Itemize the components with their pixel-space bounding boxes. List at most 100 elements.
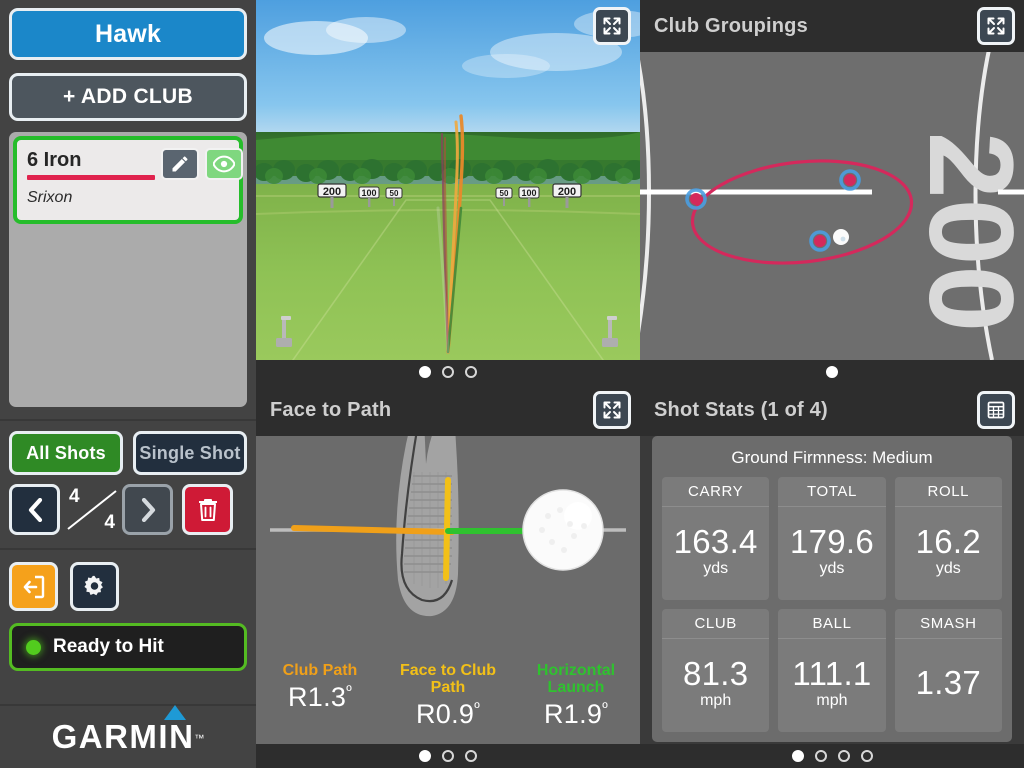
range-page-dots[interactable]: [256, 360, 640, 384]
club-groupings-page-dots[interactable]: [640, 360, 1024, 384]
page-dot[interactable]: [442, 750, 454, 762]
page-dot[interactable]: [419, 750, 431, 762]
club-name-wrap: 6 Iron: [27, 148, 155, 180]
stat-value: 16.2: [915, 523, 982, 560]
page-dot[interactable]: [442, 366, 454, 378]
page-dot[interactable]: [837, 750, 850, 762]
ready-status-button[interactable]: Ready to Hit: [9, 623, 247, 671]
metric-value: R1.3º: [258, 682, 382, 713]
groupings-distance-label: 200: [904, 132, 1024, 332]
club-groupings-expand-button[interactable]: [977, 7, 1015, 45]
stat-smash[interactable]: SMASH 1.37: [894, 609, 1002, 732]
club-groupings-canvas[interactable]: 200: [640, 0, 1024, 384]
svg-text:100: 100: [521, 188, 536, 198]
expand-icon: [603, 17, 621, 35]
stat-value-wrap: 1.37: [895, 639, 1002, 732]
club-groupings-title: Club Groupings: [654, 14, 808, 37]
panel-club-groupings[interactable]: 200 Club Groupings: [640, 0, 1024, 384]
delete-shot-button[interactable]: [182, 484, 233, 535]
stat-value: 1.37: [915, 664, 982, 701]
face-to-path-expand-button[interactable]: [593, 391, 631, 429]
stat-unit: yds: [819, 560, 845, 577]
exit-door-icon: [23, 575, 44, 598]
add-club-label: + ADD CLUB: [63, 85, 193, 108]
stat-unit: mph: [816, 692, 848, 709]
stat-unit: yds: [703, 560, 729, 577]
stat-club[interactable]: CLUB 81.3 mph: [662, 609, 770, 732]
shot-stats-body: Ground Firmness: Medium CARRY 163.4 yds …: [640, 384, 1024, 768]
panel-shot-stats[interactable]: Ground Firmness: Medium CARRY 163.4 yds …: [640, 384, 1024, 768]
settings-button[interactable]: [70, 562, 119, 611]
range-view-canvas[interactable]: 200 100 50 50 100 200: [256, 0, 640, 384]
panel-face-to-path[interactable]: Club Path R1.3º Face to Club Path R0.9º …: [256, 384, 640, 768]
stat-total[interactable]: TOTAL 179.6 yds: [778, 477, 886, 600]
table-grid-icon: [987, 401, 1005, 419]
page-dot[interactable]: [814, 750, 827, 762]
next-shot-button[interactable]: [122, 484, 173, 535]
metric-value: R0.9º: [386, 699, 510, 730]
stat-ball[interactable]: BALL 111.1 mph: [778, 609, 886, 732]
page-dot[interactable]: [419, 366, 431, 378]
face-to-path-header: Face to Path: [256, 384, 640, 436]
pencil-icon: [172, 156, 188, 172]
shot-stats-card: Ground Firmness: Medium CARRY 163.4 yds …: [652, 436, 1012, 742]
metric-unit: º: [474, 700, 480, 717]
edit-club-button[interactable]: [161, 148, 199, 180]
ball-brand: Srixon: [27, 189, 73, 206]
shot-mode-toggle: All Shots Single Shot: [0, 421, 256, 475]
svg-text:200: 200: [323, 186, 341, 198]
metric-value: R1.9º: [514, 699, 638, 730]
toggle-club-visibility-button[interactable]: [205, 148, 243, 180]
golf-simulator-app: Hawk + ADD CLUB 6 Iron Srixon All Shots …: [0, 0, 1024, 768]
stat-roll[interactable]: ROLL 16.2 yds: [894, 477, 1002, 600]
panel-grid: 200 100 50 50 100 200 200 Club Groupings…: [256, 0, 1024, 768]
total-shot-number: 4: [104, 512, 115, 533]
svg-text:200: 200: [558, 186, 576, 198]
panel-range-view[interactable]: 200 100 50 50 100 200: [256, 0, 640, 384]
single-shot-button[interactable]: Single Shot: [133, 431, 247, 475]
shot-stats-page-dots[interactable]: [640, 744, 1024, 768]
face-to-path-metrics: Club Path R1.3º Face to Club Path R0.9º …: [256, 662, 640, 730]
page-dot[interactable]: [826, 366, 838, 378]
shot-stats-header: Shot Stats (1 of 4): [640, 384, 1024, 436]
range-3d-scene: 200 100 50 50 100 200: [256, 0, 640, 384]
metric-face-to-club-path: Face to Club Path R0.9º: [384, 662, 512, 730]
all-shots-button[interactable]: All Shots: [9, 431, 123, 475]
shot-counter: 4 4: [60, 484, 122, 535]
metric-number: R0.9: [415, 699, 475, 729]
exit-button[interactable]: [9, 562, 58, 611]
stat-label: CLUB: [662, 609, 770, 639]
status-indicator-dot: [26, 639, 41, 655]
sidebar-top: Hawk + ADD CLUB: [0, 0, 256, 121]
player-name-label: Hawk: [94, 19, 162, 48]
player-name-button[interactable]: Hawk: [9, 8, 247, 60]
stat-value: 81.3: [682, 655, 749, 692]
page-dot[interactable]: [791, 750, 804, 762]
stat-label: CARRY: [662, 477, 770, 507]
club-card-6-iron[interactable]: 6 Iron Srixon: [13, 136, 243, 224]
chevron-right-icon: [141, 497, 155, 522]
page-dot[interactable]: [860, 750, 873, 762]
single-shot-label: Single Shot: [139, 442, 241, 463]
brand-logo: GARMIN™: [0, 705, 256, 768]
current-shot-number: 4: [69, 486, 80, 507]
expand-icon: [603, 401, 621, 419]
page-dot[interactable]: [465, 366, 477, 378]
page-dot[interactable]: [465, 750, 477, 762]
stat-label: BALL: [778, 609, 886, 639]
range-expand-button[interactable]: [593, 7, 631, 45]
previous-shot-button[interactable]: [9, 484, 60, 535]
shot-stats-title: Shot Stats (1 of 4): [654, 398, 828, 421]
club-groupings-header: Club Groupings: [640, 0, 1024, 52]
stat-unit: mph: [700, 692, 732, 709]
svg-text:100: 100: [361, 188, 376, 198]
club-list: 6 Iron Srixon: [9, 132, 247, 407]
shot-stats-table-button[interactable]: [977, 391, 1015, 429]
face-to-path-page-dots[interactable]: [256, 744, 640, 768]
metric-club-path: Club Path R1.3º: [256, 662, 384, 730]
stat-carry[interactable]: CARRY 163.4 yds: [662, 477, 770, 600]
club-color-underline: [27, 175, 155, 180]
stat-value-wrap: 111.1 mph: [778, 639, 885, 732]
add-club-button[interactable]: + ADD CLUB: [9, 73, 247, 121]
